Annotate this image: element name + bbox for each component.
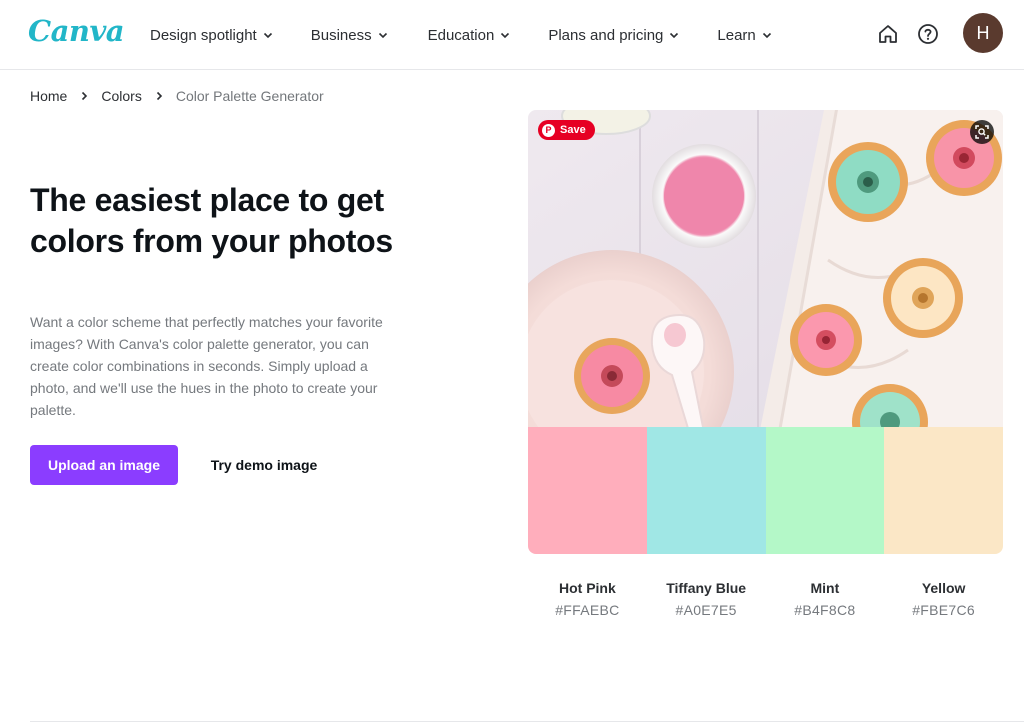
color-name: Yellow <box>921 580 966 596</box>
chevron-right-icon <box>82 91 88 101</box>
chevron-down-icon <box>263 32 272 39</box>
swatch-yellow[interactable] <box>884 427 1003 554</box>
chevron-down-icon <box>762 32 771 39</box>
chevron-down-icon <box>501 32 510 39</box>
nav-plans-and-pricing[interactable]: Plans and pricing <box>548 27 679 44</box>
canva-logo[interactable]: Canva <box>28 14 125 48</box>
pinterest-icon: P <box>542 123 555 137</box>
top-header: Canva Design spotlight Business Educatio… <box>0 0 1024 70</box>
hero-description: Want a color scheme that perfectly match… <box>30 314 383 418</box>
chevron-right-icon <box>156 91 162 101</box>
breadcrumb-colors[interactable]: Colors <box>101 88 141 104</box>
nav-label: Business <box>310 26 372 44</box>
pinterest-save-button[interactable]: P Save <box>538 120 595 140</box>
color-hex[interactable]: #A0E7E5 <box>647 599 766 621</box>
nav-business[interactable]: Business <box>311 27 388 44</box>
nav-education[interactable]: Education <box>428 27 511 44</box>
color-name: Hot Pink <box>558 580 616 596</box>
palette-label: Yellow #FBE7C6 <box>884 578 1003 621</box>
breadcrumb-current: Color Palette Generator <box>175 88 324 104</box>
palette-label: Tiffany Blue #A0E7E5 <box>647 578 766 621</box>
save-label: Save <box>560 124 586 136</box>
page-title: The easiest place to get colors from you… <box>30 182 393 259</box>
color-name: Tiffany Blue <box>666 580 747 596</box>
breadcrumb-home[interactable]: Home <box>30 88 67 104</box>
help-icon[interactable] <box>916 22 940 46</box>
palette-label: Hot Pink #FFAEBC <box>528 578 647 621</box>
main-nav: Design spotlight Business Education Plan… <box>150 0 810 70</box>
chevron-down-icon <box>670 32 679 39</box>
upload-image-button[interactable]: Upload an image <box>30 445 178 485</box>
try-demo-image-button[interactable]: Try demo image <box>196 445 332 485</box>
nav-label: Learn <box>717 26 756 44</box>
nav-label: Education <box>427 26 495 44</box>
swatch-tiffany-blue[interactable] <box>646 427 766 554</box>
section-divider <box>30 721 1024 722</box>
color-hex[interactable]: #FFAEBC <box>528 599 647 621</box>
breadcrumb: Home Colors Color Palette Generator <box>30 88 324 104</box>
demo-photo <box>528 110 1003 427</box>
swatch-mint[interactable] <box>765 427 885 554</box>
nav-label: Plans and pricing <box>548 26 664 44</box>
color-hex[interactable]: #B4F8C8 <box>766 599 885 621</box>
color-hex[interactable]: #FBE7C6 <box>884 599 1003 621</box>
nav-learn[interactable]: Learn <box>717 27 771 44</box>
visual-search-icon[interactable] <box>970 120 994 144</box>
palette-card: P Save <box>528 110 1003 554</box>
nav-label: Design spotlight <box>150 26 257 44</box>
chevron-down-icon <box>378 32 387 39</box>
palette-label: Mint #B4F8C8 <box>766 578 885 621</box>
swatch-hot-pink[interactable] <box>528 427 647 554</box>
nav-design-spotlight[interactable]: Design spotlight <box>150 27 273 44</box>
home-icon[interactable] <box>876 22 900 46</box>
avatar[interactable]: H <box>963 13 1003 53</box>
lens-icon <box>975 125 989 139</box>
color-name: Mint <box>810 580 840 596</box>
palette-labels: Hot Pink #FFAEBC Tiffany Blue #A0E7E5 Mi… <box>528 578 1003 621</box>
palette-swatches <box>528 427 1003 554</box>
